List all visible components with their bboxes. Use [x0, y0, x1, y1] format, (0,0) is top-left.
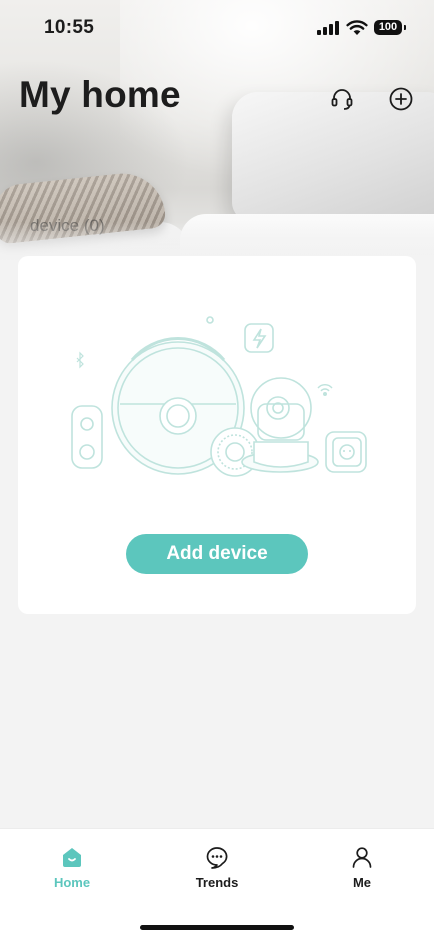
home-icon [63, 848, 81, 867]
cellular-signal-icon [317, 21, 341, 35]
tab-label-home: Home [53, 875, 91, 890]
headset-icon[interactable] [329, 86, 355, 112]
page-title: My home [19, 74, 181, 115]
status-time: 10:55 [44, 17, 95, 38]
tab-label-me: Me [352, 875, 372, 890]
add-device-button[interactable]: Add device [126, 534, 308, 574]
empty-devices-card: Add device [18, 256, 416, 614]
battery-icon: 100 [374, 20, 406, 35]
tab-trends[interactable]: Trends [162, 845, 272, 895]
plus-circle-icon[interactable] [388, 86, 414, 112]
smart-devices-illustration [71, 316, 367, 477]
wifi-icon [346, 20, 368, 35]
person-icon [352, 847, 372, 868]
tab-label-trends: Trends [195, 875, 239, 890]
tab-me[interactable]: Me [307, 845, 417, 895]
home-indicator [140, 925, 294, 930]
status-bar: 10:55 100 [0, 0, 434, 56]
tab-home[interactable]: Home [17, 845, 127, 895]
chat-bubble-icon [206, 847, 228, 869]
